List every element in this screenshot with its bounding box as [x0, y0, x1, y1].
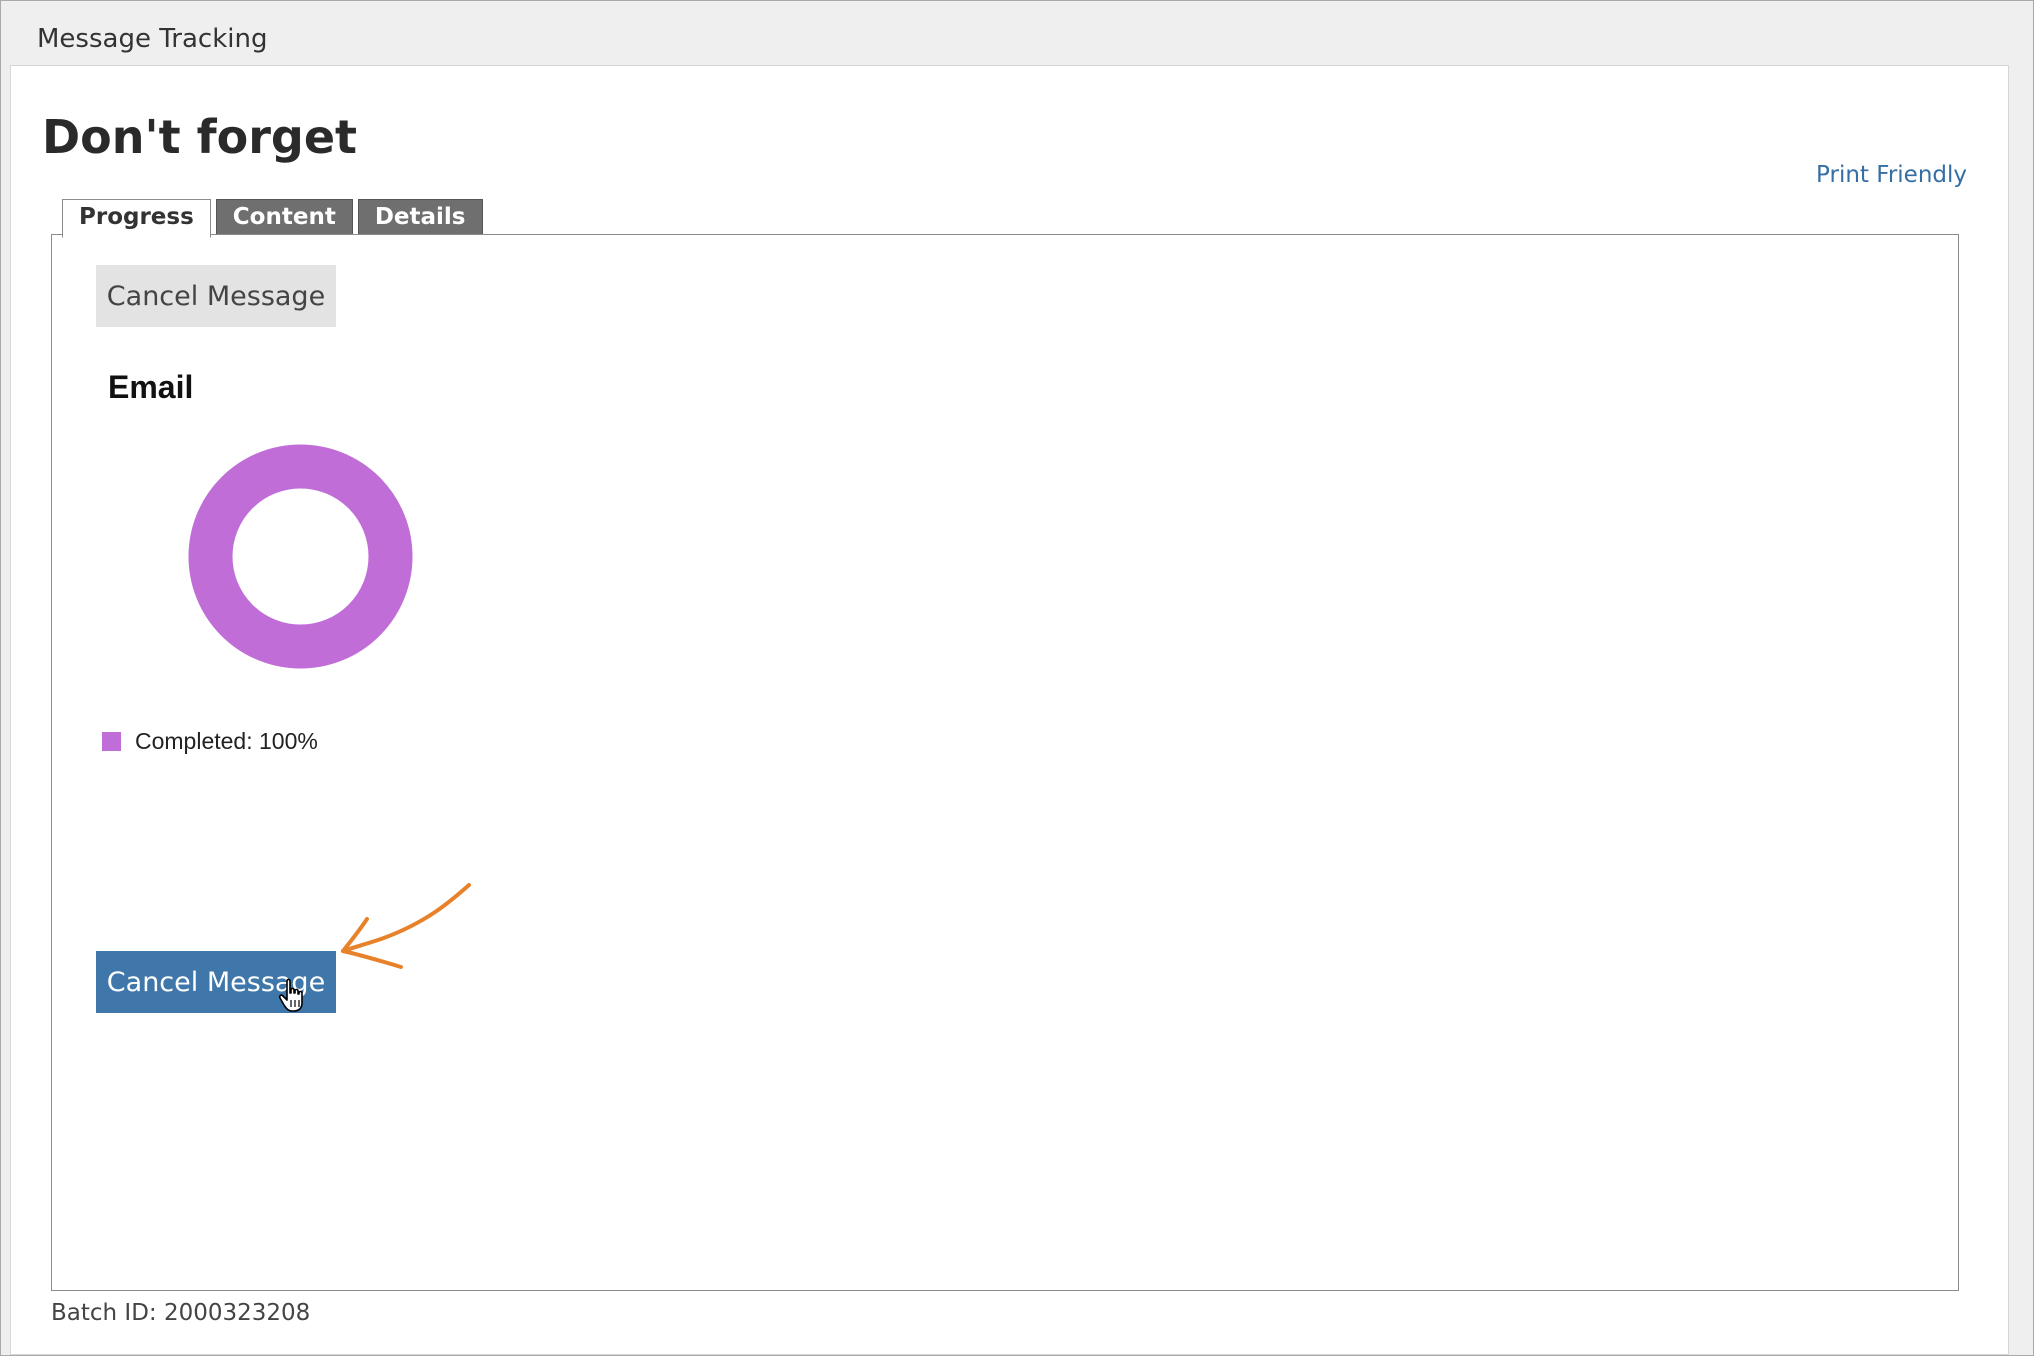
page-title: Don't forget	[42, 110, 358, 164]
hand-pointer-icon	[278, 978, 303, 1012]
window-title: Message Tracking	[37, 24, 268, 54]
legend-label-completed: Completed: 100%	[135, 728, 318, 754]
tab-details[interactable]: Details	[357, 199, 483, 234]
email-section-title: Email	[108, 369, 194, 405]
donut-slice-completed	[188, 444, 413, 669]
tab-bar: Progress Content Details	[62, 199, 483, 238]
message-tracking-window: Message Tracking Don't forget Print Frie…	[0, 0, 2034, 1356]
tab-progress[interactable]: Progress	[62, 199, 211, 238]
cancel-message-button[interactable]: Cancel Message	[96, 265, 336, 327]
arrow-annotation-icon	[341, 883, 471, 969]
legend-swatch-completed	[102, 731, 121, 751]
tab-panel-progress: Cancel Message Email Completed: 100% Can…	[51, 234, 1959, 1291]
batch-id: Batch ID: 2000323208	[51, 1300, 311, 1326]
print-friendly-link[interactable]: Print Friendly	[1816, 159, 1967, 191]
chart-legend: Completed: 100%	[102, 726, 318, 756]
email-progress-donut-chart	[188, 444, 413, 669]
tab-content[interactable]: Content	[215, 199, 353, 234]
